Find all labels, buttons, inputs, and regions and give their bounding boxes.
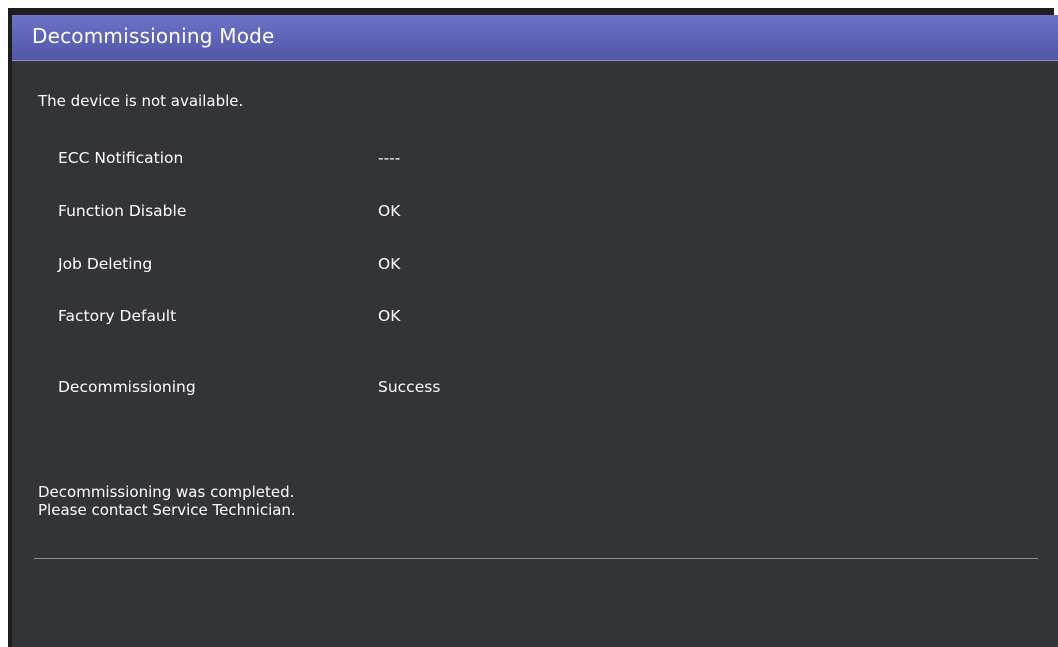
completion-message-line: Decommissioning was completed. — [38, 483, 295, 501]
status-row-value: OK — [378, 307, 401, 325]
status-row-ecc-notification: ECC Notification ---- — [58, 149, 658, 171]
divider — [34, 558, 1038, 559]
status-row-value: Success — [378, 378, 441, 396]
title-bar: Decommissioning Mode — [12, 15, 1058, 61]
status-row-label: ECC Notification — [58, 149, 184, 167]
status-row-label: Job Deleting — [58, 255, 153, 273]
device-status-text: The device is not available. — [38, 92, 244, 110]
status-row-label: Decommissioning — [58, 378, 196, 396]
contact-message-line: Please contact Service Technician. — [38, 501, 296, 519]
page-title: Decommissioning Mode — [32, 24, 275, 48]
status-row-label: Function Disable — [58, 202, 187, 220]
status-row-function-disable: Function Disable OK — [58, 202, 658, 224]
status-row-label: Factory Default — [58, 307, 177, 325]
status-row-decommissioning: Decommissioning Success — [58, 378, 658, 400]
status-row-job-deleting: Job Deleting OK — [58, 255, 658, 277]
completion-message: Decommissioning was completed. Please co… — [38, 483, 296, 519]
decommissioning-panel: Decommissioning Mode The device is not a… — [12, 15, 1058, 647]
status-row-value: OK — [378, 255, 401, 273]
status-row-factory-default: Factory Default OK — [58, 307, 658, 329]
status-row-value: OK — [378, 202, 401, 220]
status-row-value: ---- — [378, 149, 401, 167]
